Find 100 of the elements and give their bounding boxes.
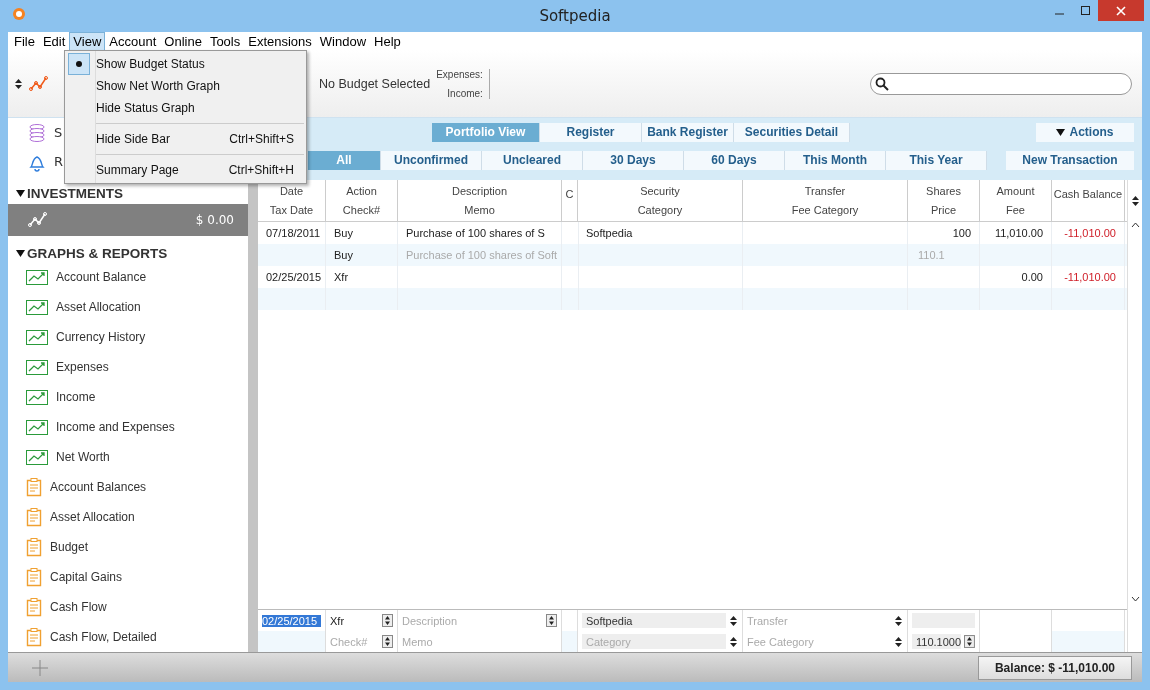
dropdown-arrows-icon[interactable] (894, 635, 903, 648)
table-cell: 02/25/2015 (266, 271, 322, 283)
date-field[interactable]: 02/25/2015 (262, 614, 321, 627)
column-header[interactable]: C (565, 188, 574, 201)
sidebar-item[interactable]: Account Balance (56, 270, 147, 284)
column-header[interactable]: Tax Date (269, 203, 314, 216)
filter-tab[interactable]: This Year (886, 150, 987, 170)
disclosure-triangle-icon[interactable] (16, 248, 25, 258)
menu-item[interactable]: View (69, 31, 106, 51)
sidebar-item[interactable]: Expenses (56, 360, 109, 374)
close-button[interactable] (1098, 0, 1144, 21)
column-header[interactable]: Description (452, 185, 507, 198)
sidebar-item[interactable]: S (54, 125, 63, 140)
actions-button[interactable]: Actions (1036, 122, 1134, 142)
menu-item[interactable]: Online (160, 31, 206, 51)
table-cell: 100 (952, 227, 971, 239)
section-title: INVESTMENTS (27, 185, 123, 201)
view-tab[interactable]: Securities Detail (734, 122, 850, 142)
menu-entry[interactable]: Hide Status Graph (65, 97, 306, 119)
sidebar-item[interactable]: Budget (50, 540, 89, 554)
table-cell: -11,010.00 (1064, 271, 1116, 283)
spinner-icon[interactable] (964, 635, 975, 648)
menu-entry[interactable]: Show Budget Status (65, 53, 306, 75)
menu-entry[interactable]: Show Net Worth Graph (65, 75, 306, 97)
table-cell: 07/18/2011 (266, 227, 321, 239)
menu-item[interactable]: File (10, 31, 39, 51)
sidebar-item[interactable]: Net Worth (56, 450, 110, 464)
column-header[interactable]: Action (346, 185, 377, 198)
column-header[interactable]: Security (640, 185, 680, 198)
filter-tab[interactable]: 60 Days (684, 150, 785, 170)
trend-line-icon (29, 75, 49, 92)
sidebar-item[interactable]: Capital Gains (50, 570, 123, 584)
menu-item[interactable]: Extensions (244, 31, 316, 51)
column-header[interactable]: Amount (996, 185, 1035, 198)
scroll-down-icon[interactable] (1130, 596, 1140, 602)
menu-item[interactable]: Help (370, 31, 405, 51)
scrollbar[interactable] (1127, 180, 1142, 652)
column-menu-icon[interactable] (1130, 195, 1140, 207)
budget-status: No Budget Selected (319, 76, 431, 91)
sidebar-item[interactable]: Asset Allocation (56, 300, 141, 314)
table-row[interactable]: Buy Purchase of 100 shares of Soft 110.1 (258, 244, 1127, 266)
app-logo-icon (12, 7, 26, 21)
sidebar-item[interactable]: Income (56, 390, 96, 404)
column-header[interactable]: Price (930, 203, 957, 216)
column-header[interactable]: Date (279, 185, 304, 198)
menu-item[interactable]: Edit (38, 31, 70, 51)
menu-item[interactable]: Tools (205, 31, 245, 51)
new-transaction-button[interactable]: New Transaction (1006, 150, 1134, 170)
column-header[interactable]: Category (637, 203, 683, 216)
column-header[interactable]: Check# (342, 203, 381, 216)
filter-tab[interactable]: This Month (785, 150, 886, 170)
account-balance: $ 0.00 (195, 213, 234, 227)
search-field[interactable] (870, 72, 1132, 95)
table-cell: -11,010.00 (1064, 227, 1116, 239)
scroll-up-icon[interactable] (1130, 222, 1140, 228)
sidebar-item[interactable]: Asset Allocation (50, 510, 135, 524)
dropdown-arrows-icon[interactable] (729, 635, 738, 648)
security-dropdown[interactable]: Softpedia (582, 613, 726, 628)
dropdown-arrows-icon[interactable] (894, 614, 903, 627)
line-graph-icon (26, 359, 48, 375)
action-field[interactable]: Xfr (330, 614, 379, 627)
spinner-icon[interactable] (382, 614, 393, 627)
filter-tab[interactable]: Uncleared (482, 150, 583, 170)
view-tab[interactable]: Bank Register (642, 122, 734, 142)
line-graph-icon (26, 389, 48, 405)
spinner-icon[interactable] (546, 614, 557, 627)
menu-entry[interactable]: Summary Page Ctrl+Shift+H (65, 159, 306, 181)
table-cell: Softpedia (586, 227, 633, 239)
price-field[interactable]: 110.1000 (912, 634, 962, 649)
spinner-icon[interactable] (382, 635, 393, 648)
column-header[interactable]: Shares (926, 185, 961, 198)
table-cell: 110.1 (918, 249, 945, 261)
filter-tab[interactable]: 30 Days (583, 150, 684, 170)
menu-item[interactable]: Window (315, 31, 371, 51)
maximize-icon[interactable] (1080, 6, 1090, 15)
sidebar-item[interactable]: R (54, 154, 64, 169)
filter-tab[interactable]: Unconfirmed (381, 150, 482, 170)
column-header[interactable]: Fee (1006, 203, 1025, 216)
menu-entry[interactable]: Hide Side Bar Ctrl+Shift+S (65, 128, 306, 150)
column-header[interactable]: Fee Category (791, 203, 859, 216)
sidebar-item[interactable]: Cash Flow, Detailed (50, 630, 157, 644)
column-header[interactable]: Memo (464, 203, 495, 216)
sidebar-item[interactable]: Cash Flow (50, 600, 107, 614)
dropdown-arrows-icon[interactable] (729, 614, 738, 627)
sidebar-item[interactable]: Income and Expenses (56, 420, 175, 434)
sidebar-item[interactable]: Currency History (56, 330, 146, 344)
view-tab[interactable]: Register (540, 122, 642, 142)
selected-row-highlight[interactable]: $ 0.00 (8, 204, 248, 236)
window-title: Softpedia (539, 7, 611, 25)
column-header[interactable]: Transfer (804, 185, 846, 198)
menu-item[interactable]: Account (105, 31, 161, 51)
disclosure-triangle-icon[interactable] (16, 188, 25, 198)
line-graph-icon (26, 449, 48, 465)
clipboard-icon (26, 627, 42, 647)
balance-button[interactable]: Balance: $ -11,010.00 (978, 655, 1132, 680)
income-label: Income: (447, 87, 483, 99)
sort-arrows-icon[interactable] (14, 77, 23, 90)
table-cell: 11,010.00 (994, 227, 1043, 239)
column-header[interactable]: Cash Balance (1053, 188, 1123, 201)
sidebar-item[interactable]: Account Balances (50, 480, 147, 494)
